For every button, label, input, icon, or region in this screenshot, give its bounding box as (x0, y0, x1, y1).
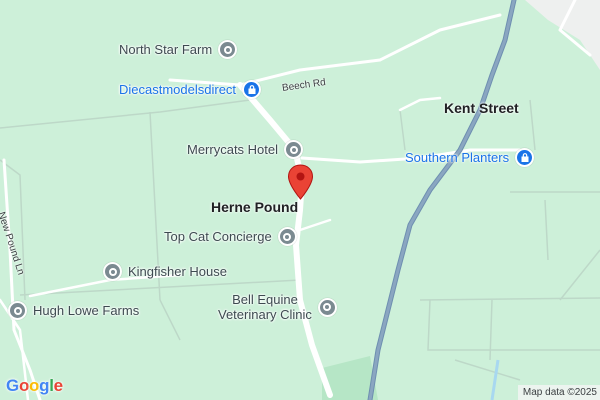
poi-label: Southern Planters (405, 150, 510, 165)
shopping-bag-icon (515, 148, 535, 167)
poi-label: North Star Farm (119, 42, 213, 57)
poi-label-line2: Veterinary Clinic (218, 307, 312, 322)
pin-icon (103, 262, 122, 281)
place-label-kent-street: Kent Street (444, 100, 519, 116)
poi-diecastmodelsdirect[interactable]: Diecastmodelsdirect (119, 80, 262, 99)
poi-label: Top Cat Concierge (164, 229, 272, 244)
place-label-herne-pound: Herne Pound (211, 199, 299, 215)
highway (368, 0, 516, 400)
poi-hugh-lowe-farms[interactable]: Hugh Lowe Farms (8, 301, 139, 320)
poi-label: Kingfisher House (128, 264, 227, 279)
map-attribution[interactable]: Map data ©2025 (517, 385, 600, 400)
pin-icon (284, 140, 304, 159)
pin-icon (277, 227, 297, 246)
location-marker[interactable] (287, 164, 314, 200)
poi-label-line1: Bell Equine (232, 292, 298, 307)
poi-bell-equine-veterinary-clinic[interactable]: Bell Equine Veterinary Clinic (218, 292, 337, 322)
stream (490, 359, 500, 400)
poi-merrycats-hotel[interactable]: Merrycats Hotel (187, 140, 304, 159)
poi-label: Bell Equine Veterinary Clinic (218, 292, 312, 322)
pin-icon (8, 301, 27, 320)
pin-icon (218, 40, 238, 59)
poi-north-star-farm[interactable]: North Star Farm (119, 40, 238, 59)
shopping-bag-icon (242, 80, 262, 99)
poi-top-cat-concierge[interactable]: Top Cat Concierge (164, 227, 297, 246)
poi-label: Merrycats Hotel (187, 142, 279, 157)
poi-southern-planters[interactable]: Southern Planters (405, 148, 535, 167)
poi-kingfisher-house[interactable]: Kingfisher House (103, 262, 227, 281)
red-marker-icon (287, 164, 314, 200)
urban-area (525, 0, 600, 70)
pin-icon (317, 297, 337, 317)
highway-casing (367, 0, 517, 400)
poi-label: Diecastmodelsdirect (119, 82, 237, 97)
map-canvas[interactable]: Beech Rd New Pound Ln Herne Pound Kent S… (0, 0, 600, 400)
poi-label: Hugh Lowe Farms (33, 303, 140, 318)
google-logo: Google (6, 376, 63, 395)
